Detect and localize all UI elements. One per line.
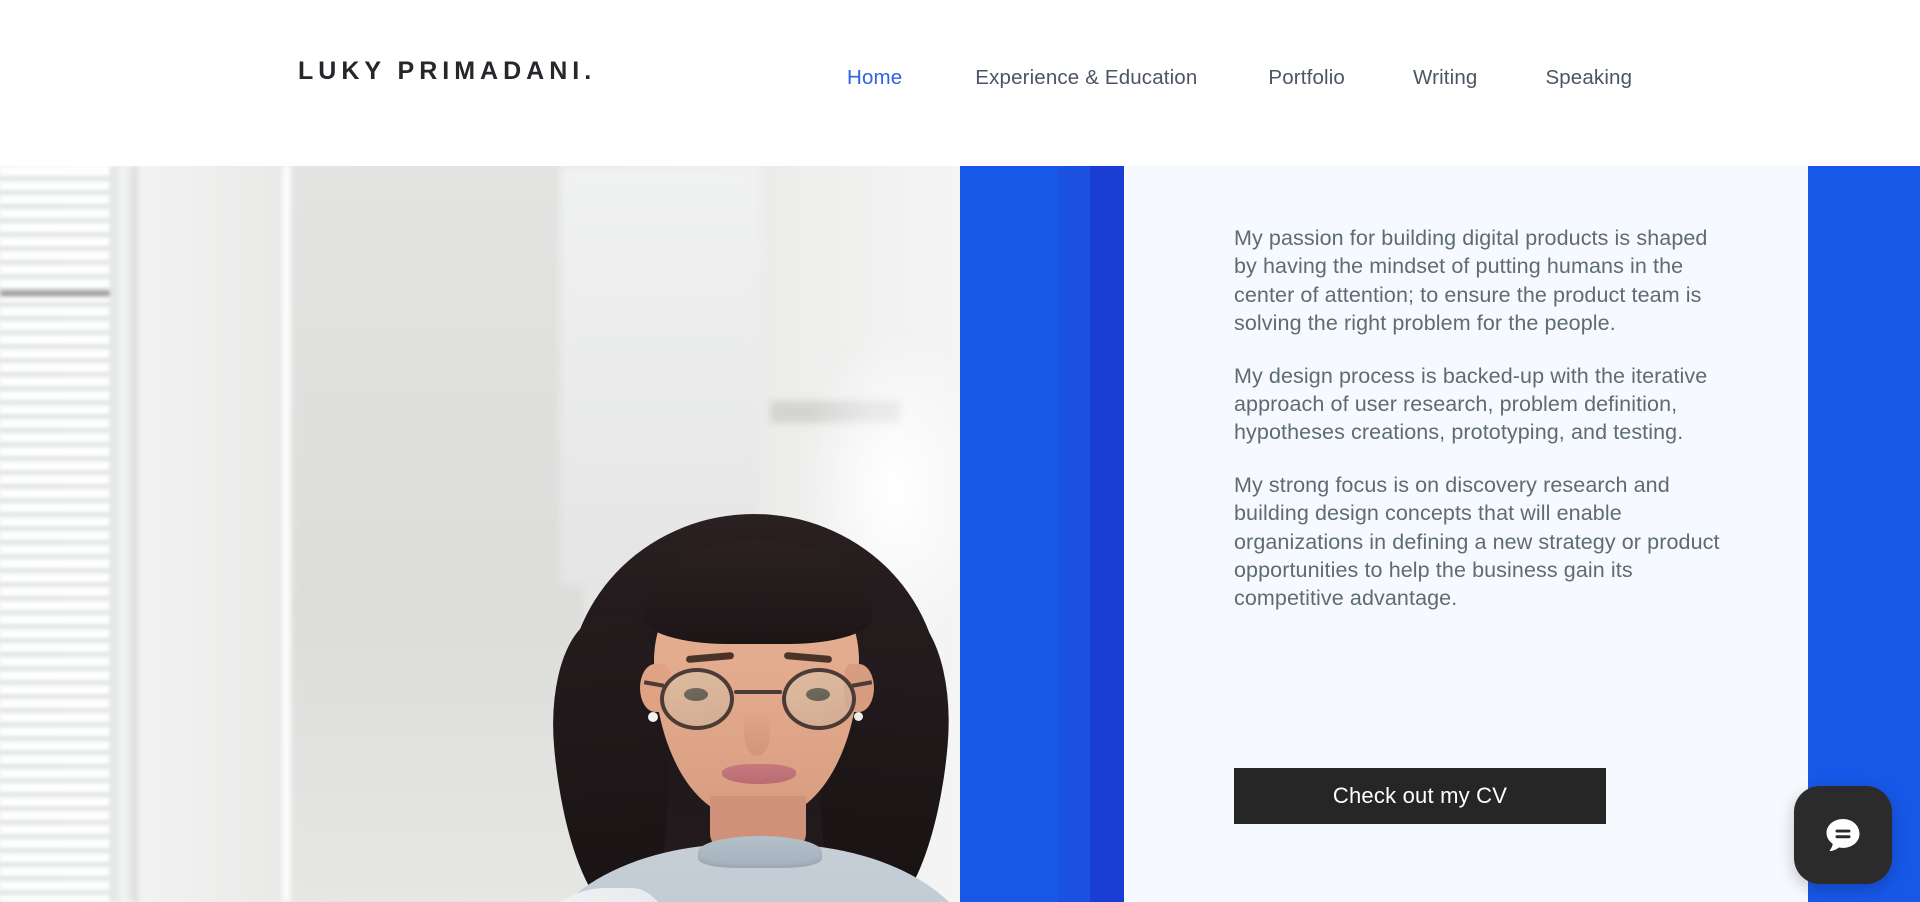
about-paragraph-2: My design process is backed-up with the … [1234, 363, 1708, 445]
site-header: LUKY PRIMADANI. Home Experience & Educat… [0, 0, 1920, 166]
about-panel: My passion for building digital products… [1124, 166, 1808, 902]
window-frame-left [110, 166, 138, 902]
check-out-cv-button[interactable]: Check out my CV [1234, 768, 1606, 824]
nav-item-home[interactable]: Home [845, 62, 904, 94]
about-paragraph-1: My passion for building digital products… [1234, 226, 1708, 336]
blind-shadow-line [0, 291, 112, 296]
mouth [722, 764, 796, 784]
earring-left [648, 712, 658, 722]
site-logo[interactable]: LUKY PRIMADANI. [298, 57, 596, 86]
hero-portrait-photo [0, 166, 960, 902]
window-blinds [0, 166, 112, 902]
about-copy: My passion for building digital products… [1234, 224, 1724, 613]
glasses-bridge [734, 690, 782, 694]
nav-item-speaking[interactable]: Speaking [1543, 62, 1634, 94]
nav-item-experience-education[interactable]: Experience & Education [973, 62, 1199, 94]
accent-stripe-dark [1090, 166, 1124, 902]
page-root: LUKY PRIMADANI. Home Experience & Educat… [0, 0, 1920, 902]
office-wall-panel [292, 166, 582, 902]
accent-stripe-primary [960, 166, 1058, 902]
window-frame-right [282, 166, 292, 902]
sweater-collar [698, 836, 822, 868]
about-paragraph-3: My strong focus is on discovery research… [1234, 472, 1720, 611]
nav-item-writing[interactable]: Writing [1411, 62, 1479, 94]
lens-left [660, 668, 734, 730]
hero-section: My passion for building digital products… [0, 166, 1920, 902]
accent-stripe-mid [1058, 166, 1090, 902]
portrait-person [494, 496, 960, 902]
chat-bubble-icon [1826, 819, 1860, 852]
chat-widget-button[interactable] [1794, 786, 1892, 884]
nav-item-portfolio[interactable]: Portfolio [1266, 62, 1347, 94]
primary-navigation: Home Experience & Education Portfolio Wr… [845, 62, 1634, 94]
lens-right [782, 668, 856, 730]
nose [744, 710, 770, 756]
